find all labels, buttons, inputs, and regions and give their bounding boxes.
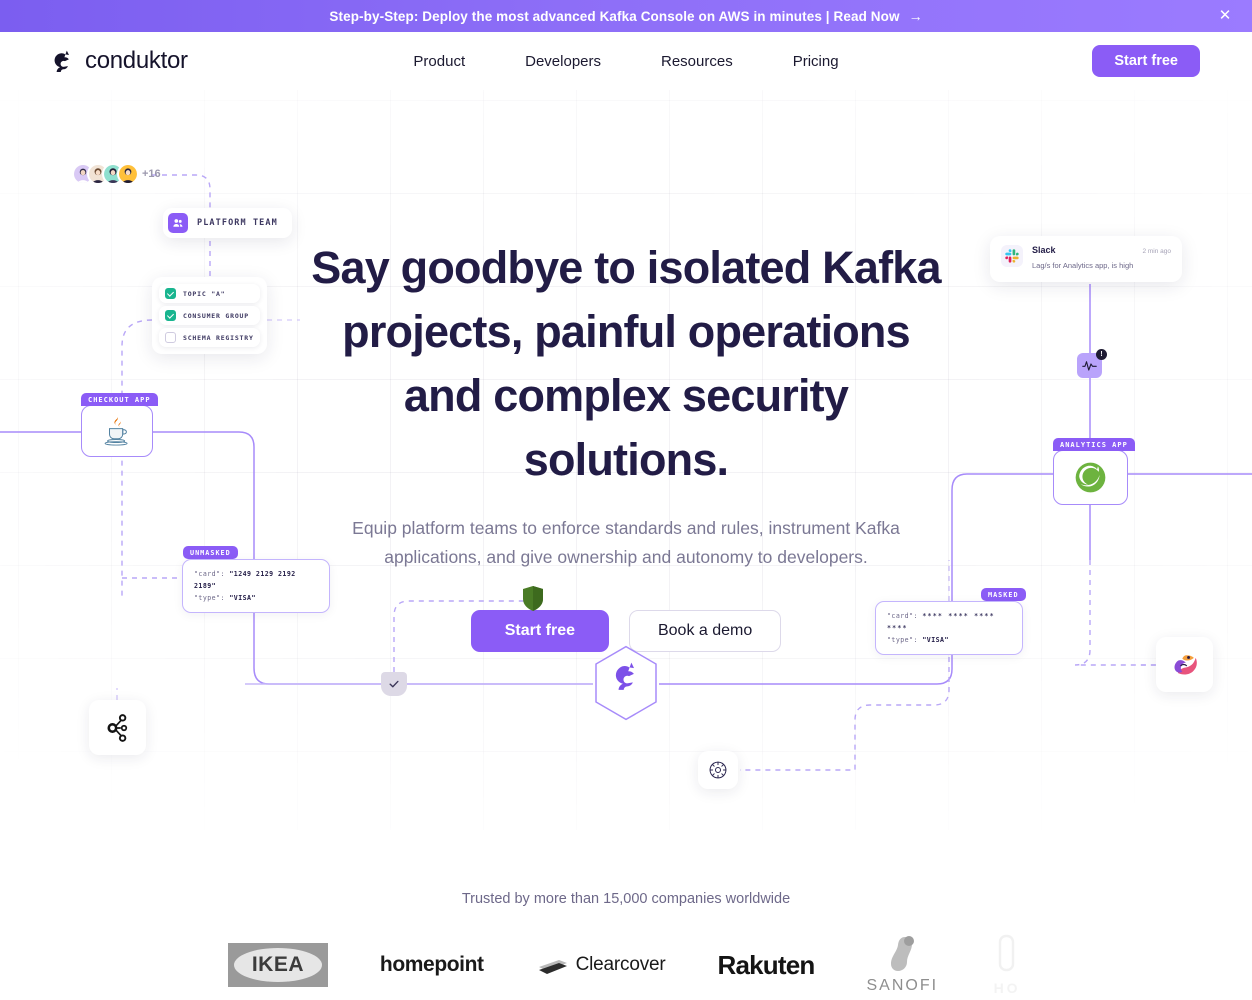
clearcover-mark-icon <box>538 960 567 974</box>
analytics-app-node[interactable]: ANALYTICS APP <box>1053 438 1135 505</box>
gear-icon <box>709 761 727 779</box>
apache-kafka-icon <box>106 713 127 742</box>
avatar-group: +16 <box>72 163 161 185</box>
trusted-label: Trusted by more than 15,000 companies wo… <box>461 891 791 907</box>
hero-subheading: Equip platform teams to enforce standard… <box>352 518 900 567</box>
hero-start-free-button[interactable]: Start free <box>470 610 609 652</box>
checklist-item-consumer-group[interactable]: CONSUMER GROUP <box>159 306 260 325</box>
avatar-overflow-count: +16 <box>142 168 161 180</box>
check-icon <box>389 680 399 688</box>
check-shield-tile <box>381 672 407 696</box>
slack-icon <box>1001 245 1023 267</box>
nav-item-pricing[interactable]: Pricing <box>763 53 839 70</box>
unmasked-card-key: "type": <box>194 594 225 602</box>
logo-sanofi-text: SANOFI <box>866 977 939 994</box>
sanofi-mark-icon <box>891 936 915 971</box>
masked-card-value: "VISA" <box>922 636 949 644</box>
checklist-item-label: SCHEMA REGISTRY <box>183 333 254 342</box>
slack-notification-message: Lag/s for Analytics app, is high <box>1032 261 1134 270</box>
landing-page: Step-by-Step: Deploy the most advanced K… <box>0 0 1252 1000</box>
logo-ikea-text: IKEA <box>251 953 305 976</box>
honda-mark-icon <box>998 934 1015 972</box>
platform-team-card[interactable]: PLATFORM TEAM <box>163 208 292 238</box>
java-coffee-cup-icon <box>104 417 128 446</box>
checkout-app-node[interactable]: CHECKOUT APP <box>81 393 158 457</box>
green-shield-icon <box>523 586 543 611</box>
main-nav: Product Developers Resources Pricing <box>0 53 1252 70</box>
alert-badge: ! <box>1096 349 1107 360</box>
logo-clearcover: Clearcover <box>536 931 666 999</box>
slack-notification-card[interactable]: Slack 2 min ago Lag/s for Analytics app,… <box>990 236 1182 282</box>
site-header: conduktor Product Developers Resources P… <box>0 32 1252 90</box>
analytics-app-tag: ANALYTICS APP <box>1053 438 1135 451</box>
unmasked-tag: UNMASKED <box>183 546 238 559</box>
hero-heading: Say goodbye to isolated Kafka projects, … <box>311 242 941 485</box>
platform-team-label: PLATFORM TEAM <box>197 218 278 228</box>
unmasked-payload-card: "card": "1249 2129 2192 2189" "type": "V… <box>182 559 330 613</box>
spring-boot-leaf-icon <box>1075 462 1106 493</box>
trusted-section: Trusted by more than 15,000 companies wo… <box>0 891 1252 907</box>
checklist-item-topic[interactable]: TOPIC "A" <box>159 284 260 303</box>
pulse-monitor-icon <box>1082 361 1097 371</box>
slack-notification-time: 2 min ago <box>1142 248 1171 255</box>
checklist-item-label: CONSUMER GROUP <box>183 311 249 320</box>
checkout-app-tag: CHECKOUT APP <box>81 393 158 406</box>
logo-honda-text: HO <box>993 980 1021 996</box>
close-icon[interactable]: ✕ <box>1216 7 1234 25</box>
masked-card-key: "type": <box>887 636 918 644</box>
nav-item-developers[interactable]: Developers <box>495 53 631 70</box>
datadog-tile[interactable] <box>1156 637 1213 692</box>
logo-homepoint: homepoint <box>380 931 484 999</box>
team-users-icon <box>168 213 188 233</box>
masked-payload-card: "card": **** **** **** **** "type": "VIS… <box>875 601 1023 655</box>
checkbox-checked-icon[interactable] <box>165 288 176 299</box>
logo-clearcover-text: Clearcover <box>575 954 666 975</box>
gear-tile[interactable] <box>698 751 738 789</box>
logo-homepoint-text: homepoint <box>379 953 484 976</box>
nav-item-resources[interactable]: Resources <box>631 53 763 70</box>
logo-rakuten-text: Rakuten <box>717 949 816 980</box>
logo-sanofi: SANOFI <box>867 931 939 999</box>
resource-checklist-card: TOPIC "A" CONSUMER GROUP SCHEMA REGISTRY <box>152 277 267 354</box>
conduktor-center-node[interactable] <box>593 645 659 721</box>
unmasked-card-key: "card": <box>194 570 225 578</box>
monitor-alert-chip[interactable]: ! <box>1077 349 1107 378</box>
kafka-tile[interactable] <box>89 700 146 755</box>
avatar <box>117 163 139 185</box>
green-shield-tile <box>523 586 543 611</box>
header-start-free-button[interactable]: Start free <box>1092 45 1200 77</box>
checkbox-unchecked-icon[interactable] <box>165 332 176 343</box>
checklist-item-label: TOPIC "A" <box>183 289 226 298</box>
logo-rakuten: Rakuten <box>717 931 816 999</box>
slack-notification-title: Slack <box>1032 245 1056 255</box>
masked-card-key: "card": <box>887 612 918 620</box>
checklist-item-schema-registry[interactable]: SCHEMA REGISTRY <box>159 328 260 347</box>
nav-item-product[interactable]: Product <box>413 53 495 70</box>
masked-tag: MASKED <box>981 588 1026 601</box>
announcement-banner-text: Step-by-Step: Deploy the most advanced K… <box>329 8 900 24</box>
conduktor-hexagon-logo-icon <box>595 645 657 721</box>
logo-honda: HO <box>990 931 1024 999</box>
customer-logo-strip: IKEA homepoint Clearcover Rakuten SANOFI <box>0 930 1252 1000</box>
announcement-banner[interactable]: Step-by-Step: Deploy the most advanced K… <box>0 0 1252 32</box>
checkbox-checked-icon[interactable] <box>165 310 176 321</box>
datadog-icon <box>1174 654 1197 674</box>
unmasked-card-value: "VISA" <box>229 594 256 602</box>
logo-ikea: IKEA <box>227 931 328 999</box>
arrow-right-icon: → <box>908 8 923 24</box>
